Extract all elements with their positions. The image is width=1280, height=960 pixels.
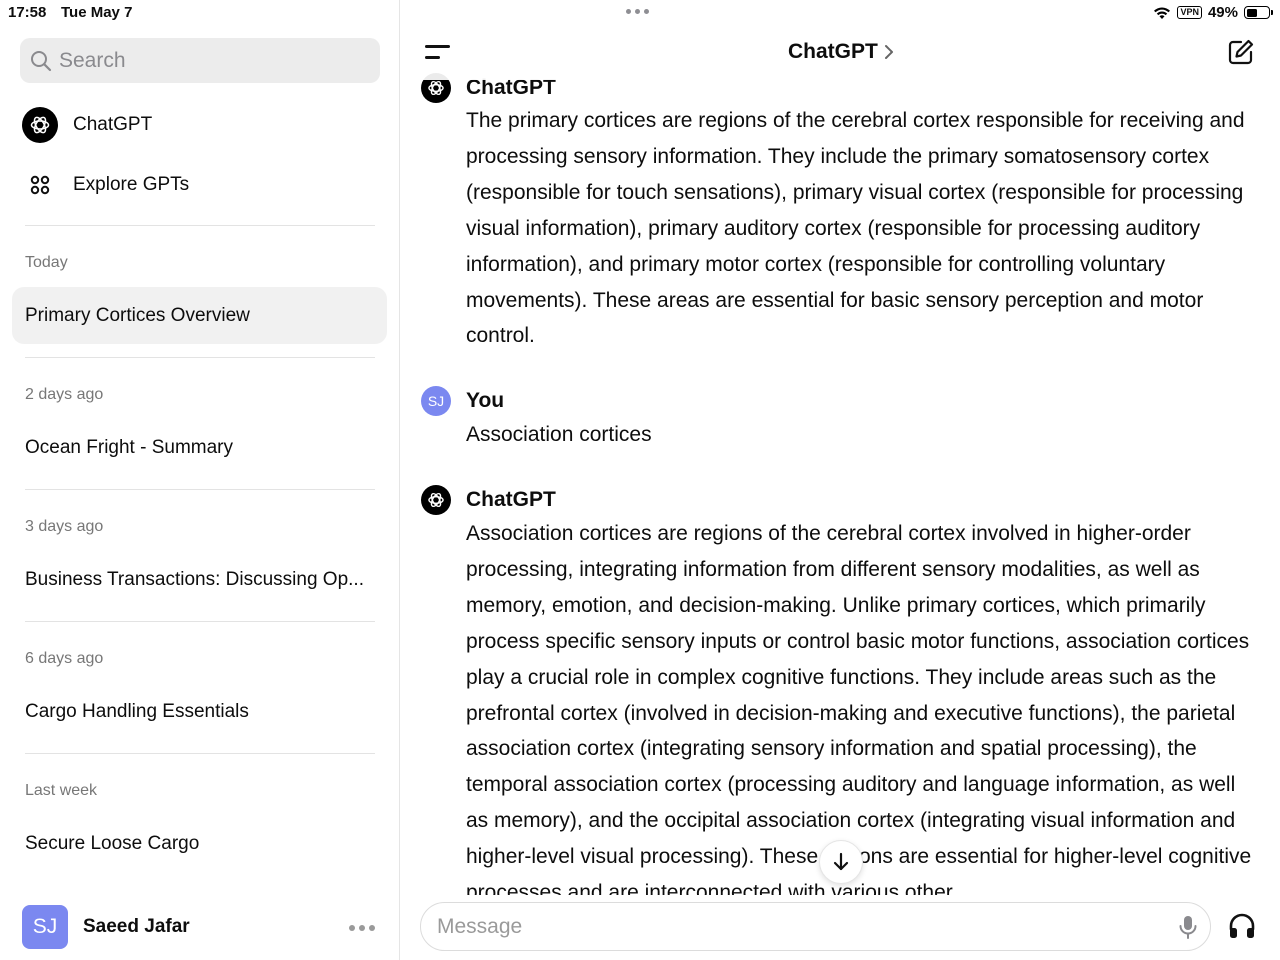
divider bbox=[25, 753, 375, 754]
chatgpt-logo-icon bbox=[22, 107, 58, 143]
section-label-3-days-ago: 3 days ago bbox=[25, 518, 104, 535]
message-input[interactable] bbox=[437, 913, 1137, 941]
user-name: Saeed Jafar bbox=[83, 916, 190, 937]
scroll-to-bottom-button[interactable] bbox=[819, 840, 863, 884]
section-label-last-week: Last week bbox=[25, 782, 98, 799]
message-header: SJ You bbox=[421, 386, 504, 416]
avatar: SJ bbox=[421, 386, 451, 416]
sidebar: Search ChatGPT Explore GPTs Today Primar… bbox=[0, 0, 400, 960]
conversation-item[interactable]: Ocean Fright - Summary bbox=[25, 437, 375, 459]
user-profile-button[interactable]: SJ Saeed Jafar bbox=[0, 893, 400, 960]
grid-icon bbox=[22, 167, 58, 203]
new-chat-icon[interactable] bbox=[1227, 38, 1255, 66]
divider bbox=[25, 489, 375, 490]
battery-percent: 49% bbox=[1207, 4, 1238, 21]
vpn-badge: VPN bbox=[1177, 6, 1202, 19]
message-composer[interactable] bbox=[420, 902, 1211, 951]
message-text: Association cortices are regions of the … bbox=[466, 522, 1252, 895]
page-title: ChatGPT bbox=[788, 40, 878, 63]
message-text: The primary cortices are regions of the … bbox=[466, 109, 1245, 348]
divider bbox=[25, 357, 375, 358]
search-icon bbox=[31, 50, 52, 71]
message-author: ChatGPT bbox=[466, 488, 556, 511]
sidebar-item-chatgpt[interactable]: ChatGPT bbox=[22, 105, 152, 145]
chatgpt-logo-icon bbox=[421, 485, 451, 515]
sidebar-item-label: ChatGPT bbox=[73, 114, 153, 135]
search-placeholder: Search bbox=[59, 48, 126, 72]
message-author: You bbox=[466, 389, 505, 412]
status-date: Tue May 7 bbox=[61, 4, 133, 21]
section-label-6-days-ago: 6 days ago bbox=[25, 650, 104, 667]
avatar: SJ bbox=[22, 905, 68, 949]
status-time: 17:58 bbox=[8, 4, 47, 21]
chevron-right-icon bbox=[884, 45, 893, 59]
conversation-item[interactable]: Business Transactions: Discussing Op... bbox=[25, 569, 375, 591]
arrow-down-icon bbox=[833, 852, 849, 871]
message-list[interactable]: ChatGPT The primary cortices are regions… bbox=[401, 0, 1280, 895]
sidebar-toggle-icon[interactable] bbox=[425, 41, 451, 63]
conversation-item[interactable]: Primary Cortices Overview bbox=[25, 305, 375, 327]
sidebar-item-label: Explore GPTs bbox=[73, 174, 190, 195]
search-input[interactable]: Search bbox=[20, 38, 380, 83]
section-label-today: Today bbox=[25, 254, 68, 271]
model-selector[interactable]: ChatGPT bbox=[788, 40, 894, 64]
chat-main: ChatGPT The primary cortices are regions… bbox=[401, 0, 1280, 960]
conversation-item[interactable]: Cargo Handling Essentials bbox=[25, 701, 375, 723]
message-text: Association cortices bbox=[466, 423, 652, 446]
microphone-icon[interactable] bbox=[1177, 914, 1199, 940]
section-label-2-days-ago: 2 days ago bbox=[25, 386, 104, 403]
divider bbox=[25, 225, 375, 226]
divider bbox=[25, 621, 375, 622]
more-options-icon[interactable] bbox=[349, 925, 375, 931]
sidebar-item-explore-gpts[interactable]: Explore GPTs bbox=[22, 165, 189, 205]
status-indicators: VPN 49% bbox=[1153, 4, 1273, 21]
wifi-icon bbox=[1154, 7, 1171, 19]
voice-mode-headphones-icon[interactable] bbox=[1227, 911, 1257, 941]
conversation-item[interactable]: Secure Loose Cargo bbox=[25, 833, 375, 855]
battery-icon bbox=[1244, 6, 1273, 19]
chat-header: ChatGPT bbox=[401, 24, 1280, 80]
message-header: ChatGPT bbox=[421, 485, 556, 515]
status-bar: 17:58 Tue May 7 VPN 49% bbox=[0, 0, 1280, 26]
multitasking-dots-icon[interactable] bbox=[626, 9, 649, 14]
